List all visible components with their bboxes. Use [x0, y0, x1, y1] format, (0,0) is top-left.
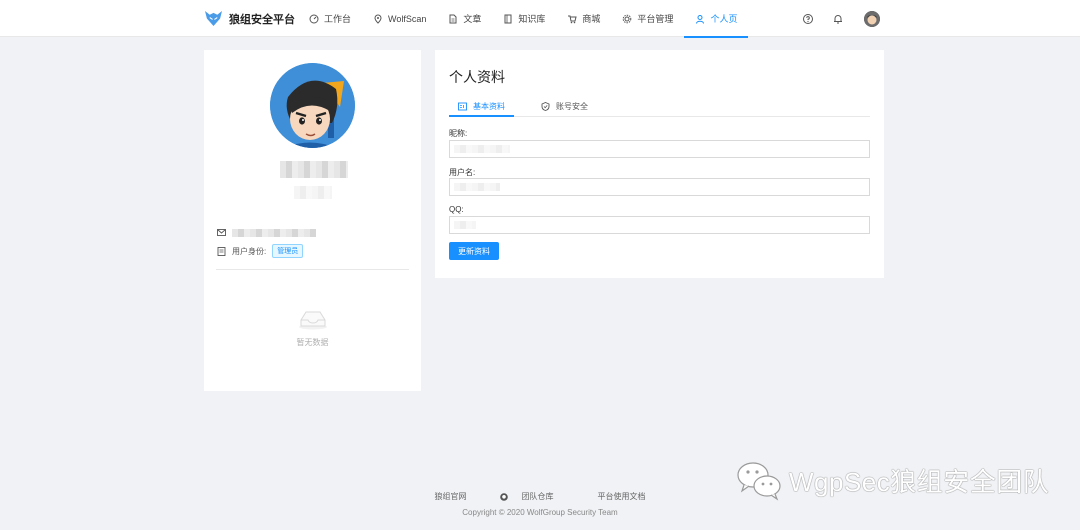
nav-item-profile[interactable]: 个人页 — [684, 0, 749, 38]
location-icon — [373, 14, 383, 24]
username-label: 用户名: — [449, 168, 476, 177]
footer-link-repo[interactable]: 团队仓库 — [499, 491, 565, 502]
footer-link-label: 平台使用文档 — [597, 492, 646, 501]
nav-item-shop[interactable]: 商城 — [556, 0, 611, 37]
profile-avatar — [270, 63, 355, 148]
brand-logo[interactable]: 狼组安全平台 — [204, 10, 295, 27]
main-nav: 工作台 WolfScan 文章 知识库 商城 平台管理 个人页 — [298, 0, 749, 38]
redacted-signature — [294, 186, 332, 199]
footer-link-label: 团队仓库 — [521, 492, 554, 501]
role-label: 用户身份: — [232, 246, 267, 256]
header-actions — [784, 0, 880, 37]
user-icon — [695, 14, 705, 24]
nav-label: 文章 — [463, 14, 482, 24]
github-icon — [499, 492, 508, 501]
nav-item-dashboard[interactable]: 工作台 — [298, 0, 362, 37]
bell-icon[interactable] — [832, 13, 844, 25]
redacted-nickname — [280, 161, 348, 178]
help-icon[interactable] — [802, 13, 814, 25]
redacted-value — [454, 183, 500, 191]
tab-account-security[interactable]: 账号安全 — [532, 96, 597, 116]
username-field[interactable] — [449, 178, 870, 196]
settings-tabs: 基本资料 账号安全 — [449, 96, 870, 117]
role-tag: 管理员 — [272, 244, 304, 258]
qq-label: QQ: — [449, 205, 464, 214]
nav-label: 商城 — [582, 14, 601, 24]
redacted-email — [232, 228, 316, 237]
tab-basic-info[interactable]: 基本资料 — [449, 96, 514, 117]
mail-icon — [217, 228, 226, 237]
wechat-icon — [737, 462, 781, 501]
footer-link-docs[interactable]: 平台使用文档 — [587, 491, 657, 502]
nickname-label: 昵称: — [449, 129, 468, 138]
nav-label: 知识库 — [518, 14, 546, 24]
divider — [216, 269, 409, 270]
update-profile-button[interactable]: 更新资料 — [449, 242, 499, 260]
file-text-icon — [448, 14, 458, 24]
profile-settings-card: 个人资料 基本资料 账号安全 昵称: 用户名: QQ: 更新资料 — [435, 50, 884, 278]
email-row — [217, 228, 316, 237]
avatar[interactable] — [864, 10, 880, 27]
nav-item-articles[interactable]: 文章 — [437, 0, 492, 37]
copyright: Copyright © 2020 WolfGroup Security Team — [462, 508, 618, 517]
tab-label: 账号安全 — [556, 101, 588, 111]
top-header: 狼组安全平台 工作台 WolfScan 文章 知识库 商城 平台管理 个人页 — [0, 0, 1080, 38]
brand-name: 狼组安全平台 — [229, 13, 295, 26]
empty-inbox-icon — [298, 311, 327, 330]
watermark: WgpSec狼组安全团队 — [735, 459, 1049, 501]
qq-field[interactable] — [449, 216, 870, 234]
redacted-value — [454, 145, 510, 153]
shield-icon — [541, 101, 550, 111]
watermark-text: WgpSec狼组安全团队 — [789, 466, 1050, 497]
nav-item-wolfscan[interactable]: WolfScan — [362, 0, 437, 37]
empty-text: 暂无数据 — [296, 338, 329, 347]
wolf-logo-icon — [205, 10, 222, 27]
page-title: 个人资料 — [449, 69, 505, 85]
nav-label: WolfScan — [388, 13, 427, 24]
id-card-icon — [217, 246, 226, 256]
gear-icon — [622, 14, 632, 24]
nickname-field[interactable] — [449, 140, 870, 158]
nav-label: 个人页 — [710, 14, 738, 24]
profile-card-icon — [458, 102, 467, 111]
nav-item-knowledge[interactable]: 知识库 — [492, 0, 556, 37]
footer-link-website[interactable]: 狼组官网 — [424, 491, 478, 502]
footer-link-label: 狼组官网 — [434, 492, 467, 501]
redacted-value — [454, 221, 476, 229]
role-row: 用户身份: 管理员 — [217, 244, 304, 258]
nav-label: 工作台 — [324, 14, 352, 24]
dashboard-icon — [309, 14, 319, 24]
empty-state: 暂无数据 — [204, 308, 421, 348]
cart-icon — [567, 14, 578, 24]
profile-summary-card: 用户身份: 管理员 暂无数据 — [204, 50, 421, 391]
book-icon — [503, 14, 513, 24]
nav-label: 平台管理 — [637, 14, 674, 24]
nav-item-platform-admin[interactable]: 平台管理 — [611, 0, 684, 37]
tab-label: 基本资料 — [473, 101, 505, 111]
